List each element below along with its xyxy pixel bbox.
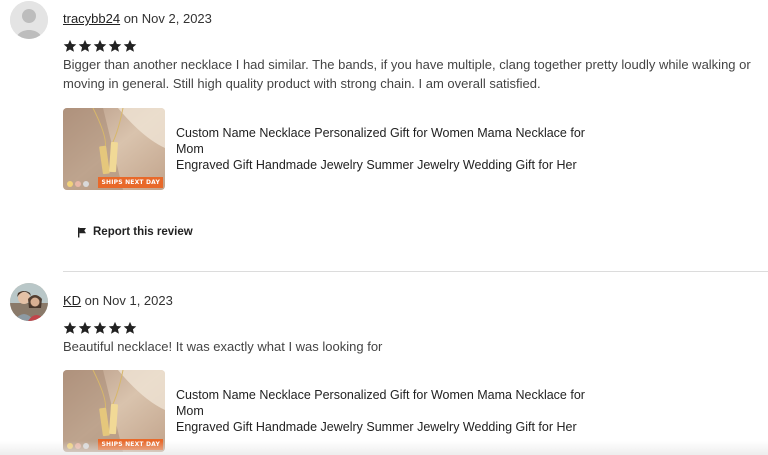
star-rating xyxy=(63,39,137,55)
review-text: Bigger than another necklace I had simil… xyxy=(63,57,751,91)
star-icon xyxy=(108,321,122,334)
review-byline: KD on Nov 1, 2023 xyxy=(63,293,173,308)
report-review-button[interactable]: Report this review xyxy=(77,226,193,238)
star-icon xyxy=(63,321,77,334)
ships-next-day-badge: SHIPS NEXT DAY xyxy=(98,439,163,450)
product-title-line: Custom Name Necklace Personalized Gift f… xyxy=(176,388,585,418)
review-date: on Nov 2, 2023 xyxy=(120,11,212,26)
report-review-label: Report this review xyxy=(93,226,193,238)
review-byline: tracybb24 on Nov 2, 2023 xyxy=(63,11,212,26)
product-title-line: Custom Name Necklace Personalized Gift f… xyxy=(176,126,585,156)
star-icon xyxy=(123,39,137,52)
color-swatches xyxy=(67,181,89,187)
review-item: KD on Nov 1, 2023 Beautiful necklace! It… xyxy=(0,272,768,455)
product-title[interactable]: Custom Name Necklace Personalized Gift f… xyxy=(176,387,616,435)
product-title-line: Engraved Gift Handmade Jewelry Summer Je… xyxy=(176,158,577,172)
avatar[interactable] xyxy=(10,1,48,39)
user-silhouette-icon xyxy=(10,1,48,39)
star-icon xyxy=(108,39,122,52)
product-thumbnail[interactable]: SHIPS NEXT DAY xyxy=(63,108,165,190)
star-icon xyxy=(63,39,77,52)
flag-icon xyxy=(78,227,86,237)
star-icon xyxy=(93,321,107,334)
star-icon xyxy=(93,39,107,52)
avatar[interactable] xyxy=(10,283,48,321)
product-title[interactable]: Custom Name Necklace Personalized Gift f… xyxy=(176,125,616,173)
review-item: tracybb24 on Nov 2, 2023 Bigger than ano… xyxy=(0,0,768,271)
product-link[interactable]: SHIPS NEXT DAY Custom Name Necklace Pers… xyxy=(63,108,616,190)
star-icon xyxy=(78,321,92,334)
star-rating xyxy=(63,321,137,337)
user-photo xyxy=(10,283,48,321)
review-text: Beautiful necklace! It was exactly what … xyxy=(63,339,383,354)
product-link[interactable]: SHIPS NEXT DAY Custom Name Necklace Pers… xyxy=(63,370,616,452)
star-icon xyxy=(123,321,137,334)
product-thumbnail[interactable]: SHIPS NEXT DAY xyxy=(63,370,165,452)
star-icon xyxy=(78,39,92,52)
color-swatches xyxy=(67,443,89,449)
product-title-line: Engraved Gift Handmade Jewelry Summer Je… xyxy=(176,420,577,434)
reviewer-name-link[interactable]: KD xyxy=(63,293,81,308)
ships-next-day-badge: SHIPS NEXT DAY xyxy=(98,177,163,188)
review-date: on Nov 1, 2023 xyxy=(81,293,173,308)
reviewer-name-link[interactable]: tracybb24 xyxy=(63,11,120,26)
